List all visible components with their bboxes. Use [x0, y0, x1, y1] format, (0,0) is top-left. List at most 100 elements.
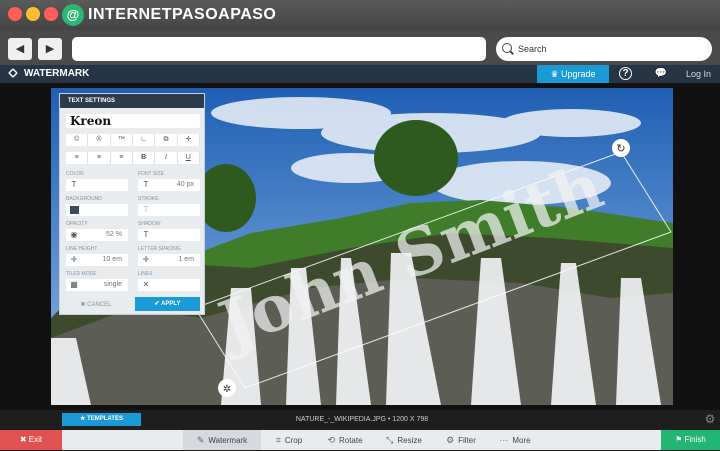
shadow-label: SHADOW	[138, 221, 161, 227]
rotate-handle-icon[interactable]: ↻	[616, 143, 625, 155]
font-size-label: FONT SIZE	[138, 171, 165, 177]
color-label: COLOR	[66, 171, 84, 177]
align-center-button[interactable]: ≡	[88, 152, 111, 164]
forward-button[interactable]: ▶	[38, 38, 62, 60]
watermark-icon: ✎	[196, 435, 205, 445]
background-field[interactable]	[66, 204, 128, 216]
tool-resize[interactable]: ⤡ Resize	[376, 430, 432, 450]
brand-label: WATERMARK	[24, 68, 90, 79]
image-filename: NATURE_-_WIKIPEDIA.JPG • 1200 X 798	[295, 416, 429, 423]
underline-button[interactable]: U	[177, 152, 200, 164]
tool-rotate[interactable]: ⟲ Rotate	[317, 430, 373, 450]
app-header: WATERMARK ♛ Upgrade ? 💬 Log In	[0, 65, 720, 83]
minimize-window-button[interactable]	[26, 7, 40, 21]
address-bar[interactable]	[72, 37, 486, 61]
italic-button[interactable]: I	[155, 152, 178, 164]
resize-icon: ⤡	[386, 435, 394, 445]
tiled-mode-value: single	[103, 281, 122, 288]
filter-icon: ⚙	[446, 435, 455, 445]
duplicate-button[interactable]: ⧉	[155, 134, 178, 146]
upgrade-label: Upgrade	[561, 69, 596, 79]
tool-crop[interactable]: ⌗ Crop	[264, 430, 314, 450]
search-placeholder: Search	[518, 44, 547, 54]
grid-icon: ▦	[70, 280, 78, 289]
stroke-field[interactable]: T	[138, 204, 200, 216]
crown-icon: ♛	[550, 69, 562, 79]
zoom-window-button[interactable]	[44, 7, 58, 21]
resize-handle-icon[interactable]: ✲	[223, 384, 231, 395]
letter-spacing-value: 1 em	[178, 256, 194, 263]
text-settings-panel: TEXT SETTINGS Kreon © ® ™ ∟ ⧉ ✛ ≡ ≡ ≡ B …	[59, 93, 205, 315]
tool-filter[interactable]: ⚙ Filter	[435, 430, 487, 450]
center-button[interactable]: ✛	[177, 134, 200, 146]
search-icon	[502, 43, 512, 53]
text-color-icon: T	[71, 180, 77, 189]
tool-more-label: More	[512, 436, 531, 445]
help-icon[interactable]: ?	[619, 67, 632, 80]
browser-window: @ INTERNETPASOAPASO ◀ ▶ Search	[0, 0, 720, 65]
line-height-icon: ✛	[70, 255, 78, 264]
site-logo: @ INTERNETPASOAPASO	[62, 3, 276, 27]
shadow-field[interactable]: T	[138, 229, 200, 241]
letter-spacing-label: LETTER SPACING	[138, 246, 181, 252]
more-icon: ···	[499, 435, 509, 445]
bottom-toolbar: ✖ Exit ✎ Watermark ⌗ Crop ⟲ Rotate ⤡ Resize …	[0, 430, 720, 450]
registered-button[interactable]: ®	[88, 134, 111, 146]
tiled-mode-field[interactable]: ▦ single	[66, 279, 128, 291]
search-input[interactable]: Search	[496, 37, 712, 61]
tiled-mode-label: TILED MODE	[66, 271, 97, 277]
opacity-label: OPACITY	[66, 221, 88, 227]
background-swatch	[70, 206, 79, 214]
finish-button[interactable]: ⚑ Finish	[661, 430, 720, 450]
line-height-field[interactable]: ✛ 10 em	[66, 254, 128, 266]
logo-text: INTERNETPASOAPASO	[88, 6, 277, 23]
panel-title: TEXT SETTINGS	[60, 94, 204, 108]
exit-button[interactable]: ✖ Exit	[0, 430, 62, 450]
stroke-icon: T	[143, 205, 149, 214]
app-brand[interactable]: WATERMARK	[8, 67, 89, 81]
tool-rotate-label: Rotate	[338, 436, 363, 445]
cancel-button[interactable]: ✖ CANCEL	[66, 299, 126, 311]
line-height-label: LINE HEIGHT	[66, 246, 98, 252]
letter-spacing-icon: ✛	[142, 255, 150, 264]
back-button[interactable]: ◀	[8, 38, 32, 60]
font-select[interactable]: Kreon	[66, 114, 200, 128]
tool-crop-label: Crop	[284, 436, 303, 445]
opacity-field[interactable]: ◉ 52 %	[66, 229, 128, 241]
copyright-button[interactable]: ©	[66, 134, 89, 146]
lines-field[interactable]: ✕	[138, 279, 200, 291]
lines-icon: ✕	[142, 280, 150, 289]
eye-icon: ◉	[70, 230, 78, 239]
shadow-icon: T	[143, 230, 149, 239]
logo-icon: @	[62, 4, 84, 26]
font-size-field[interactable]: T 40 px	[138, 179, 200, 191]
lines-label: LINES	[138, 271, 153, 277]
close-window-button[interactable]	[8, 7, 22, 21]
align-right-button[interactable]: ≡	[110, 152, 133, 164]
browser-toolbar: ◀ ▶ Search	[0, 30, 720, 65]
upgrade-button[interactable]: ♛ Upgrade	[537, 65, 609, 83]
chat-icon[interactable]: 💬	[653, 66, 669, 82]
color-field[interactable]: T	[66, 179, 128, 191]
tool-watermark[interactable]: ✎ Watermark	[183, 430, 261, 450]
rotate-icon: ⟲	[327, 435, 335, 445]
apply-button[interactable]: ✔ APPLY	[135, 297, 200, 311]
letter-spacing-field[interactable]: ✛ 1 em	[138, 254, 200, 266]
tool-resize-label: Resize	[397, 436, 422, 445]
title-bar: @ INTERNETPASOAPASO	[0, 0, 720, 30]
symbol-button-row: © ® ™ ∟ ⧉ ✛	[66, 134, 200, 146]
line-height-value: 10 em	[102, 256, 122, 263]
corner-button[interactable]: ∟	[132, 134, 156, 146]
bold-button[interactable]: B	[132, 152, 156, 164]
trademark-button[interactable]: ™	[110, 134, 133, 146]
align-left-button[interactable]: ≡	[66, 152, 89, 164]
tool-watermark-label: Watermark	[208, 436, 248, 445]
tool-more[interactable]: ··· More	[490, 430, 540, 450]
login-link[interactable]: Log In	[686, 67, 711, 81]
tool-filter-label: Filter	[458, 436, 476, 445]
font-size-value: 40 px	[176, 181, 194, 188]
stroke-label: STROKE	[138, 196, 159, 202]
gear-icon[interactable]: ⚙	[703, 412, 717, 426]
templates-button[interactable]: ★ TEMPLATES	[62, 413, 141, 426]
opacity-value: 52 %	[106, 231, 122, 238]
